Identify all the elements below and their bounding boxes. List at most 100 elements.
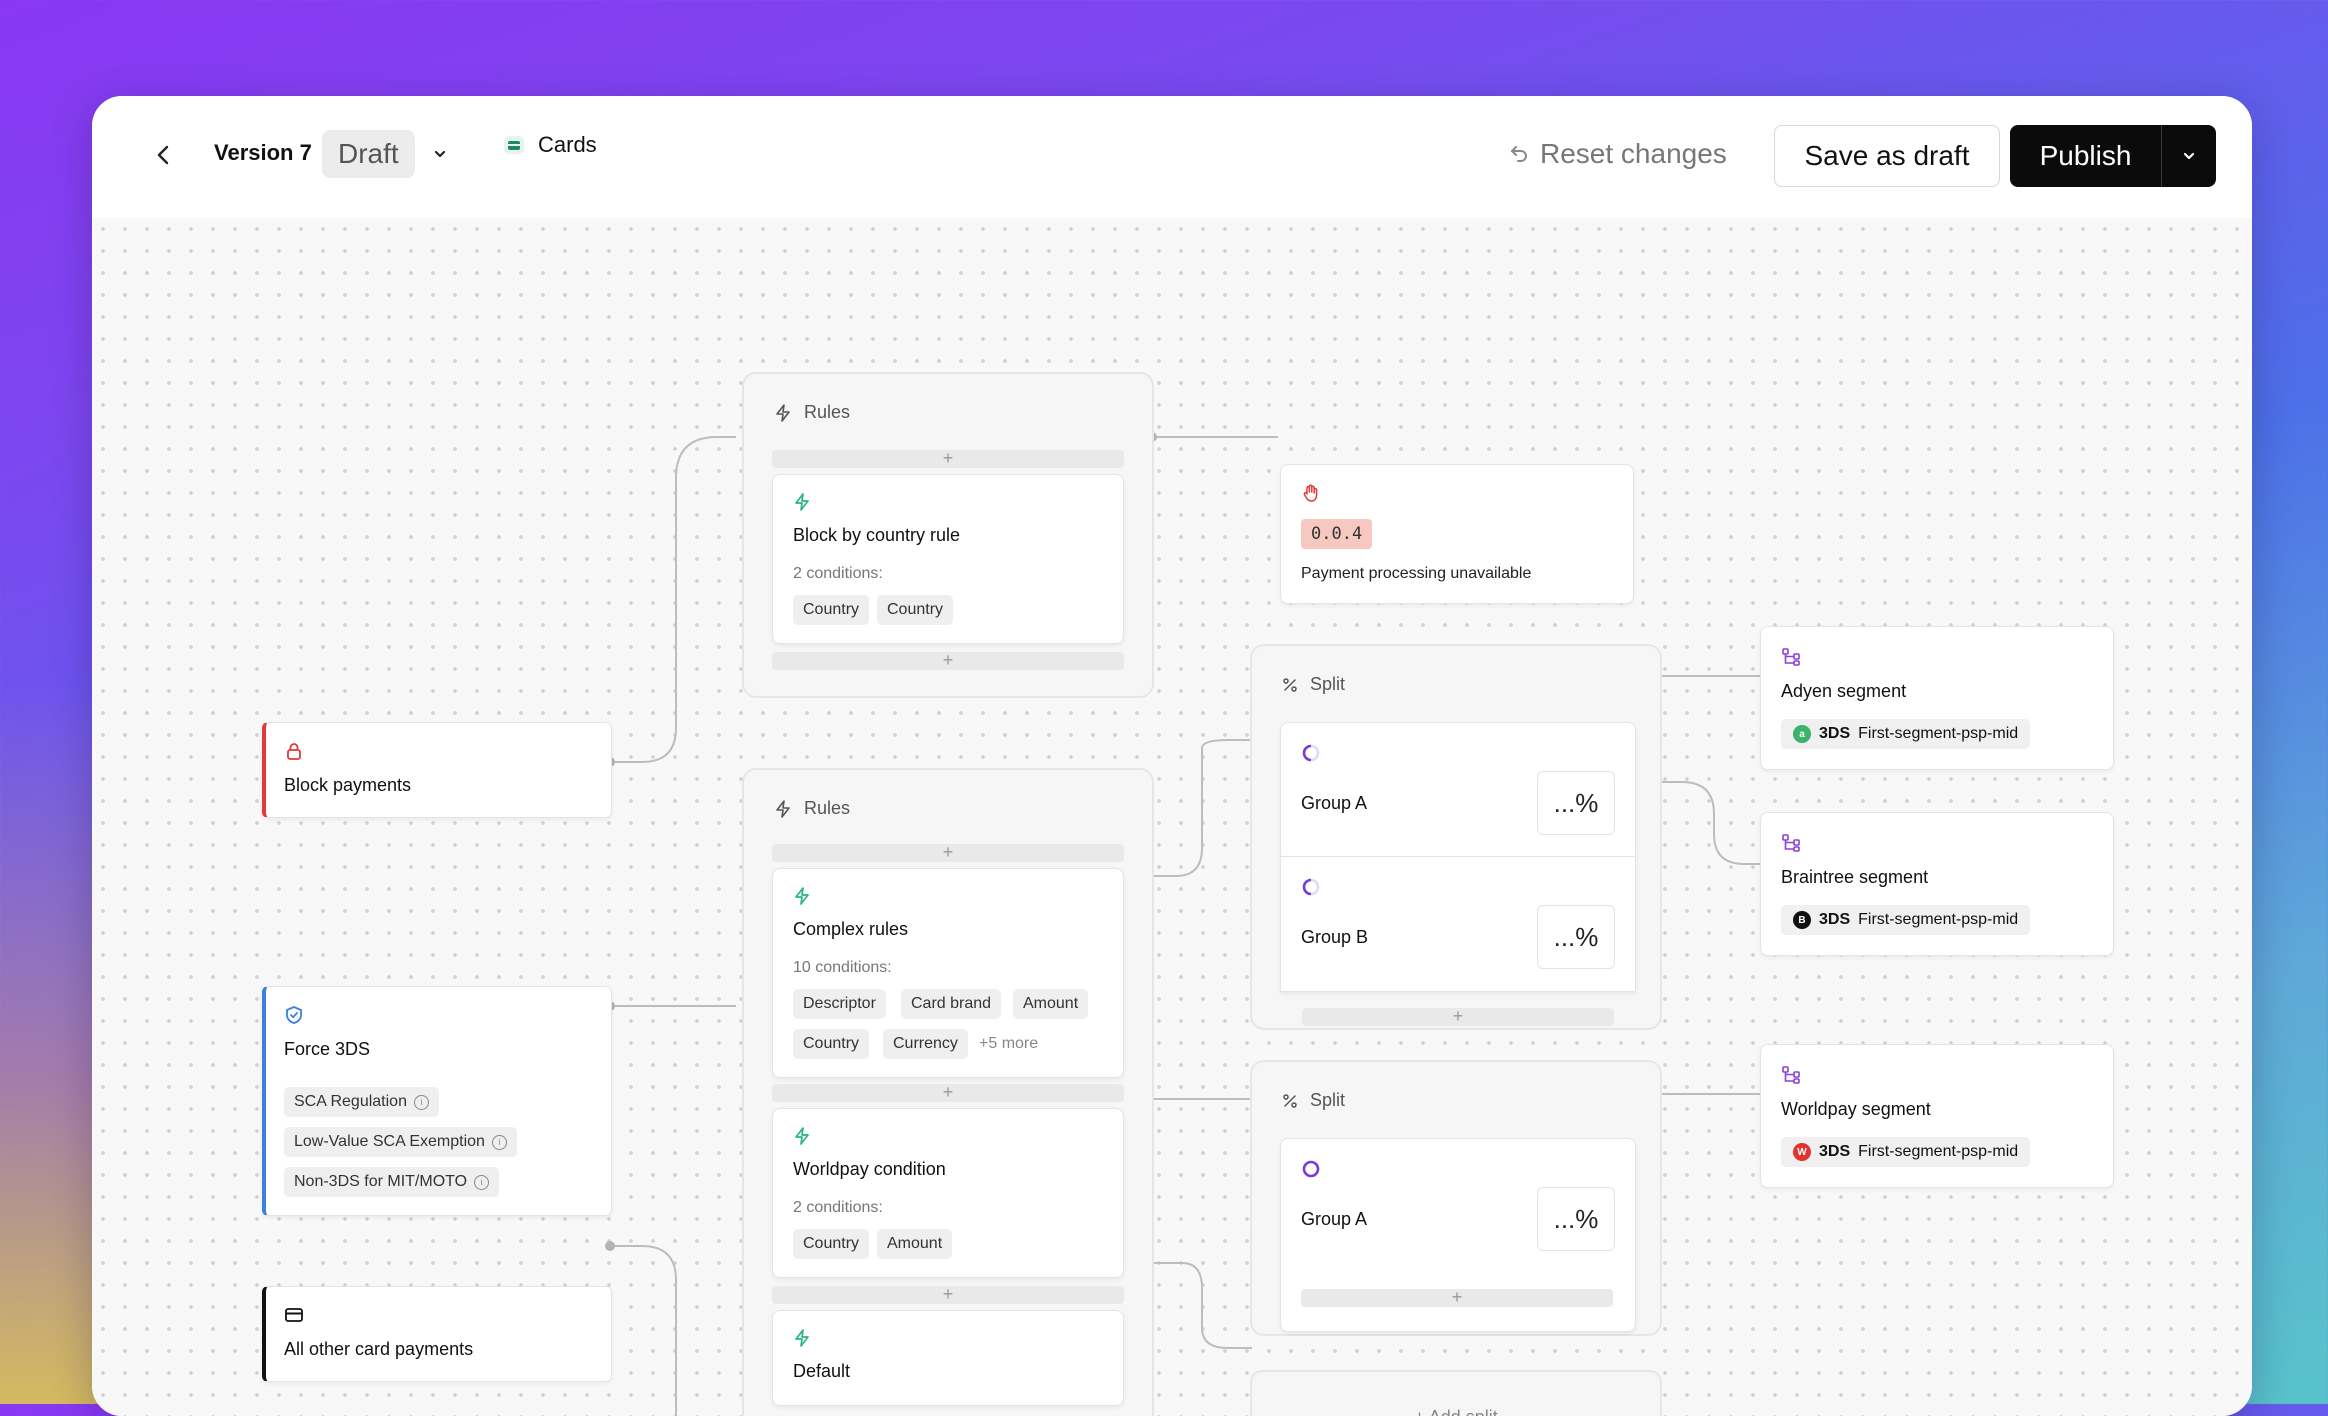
psp-connection-chip: B 3DS First-segment-psp-mid xyxy=(1781,905,2031,935)
flow-canvas[interactable]: Block payments Force 3DS SCA Regulation i… xyxy=(92,218,2252,1416)
add-rule-button[interactable]: + xyxy=(772,651,1124,670)
chevron-down-icon xyxy=(434,150,446,158)
percent-icon xyxy=(1283,1093,1297,1108)
app-window: Version 7 Draft Cards Reset changes Save… xyxy=(92,96,2252,1416)
ring-icon xyxy=(1302,1160,1320,1178)
braintree-logo-icon: B xyxy=(1793,911,1811,929)
lightning-icon xyxy=(776,403,790,422)
condition-chip: Amount xyxy=(877,1229,953,1259)
node-title: All other card payments xyxy=(284,1339,474,1359)
rule-card[interactable]: Worldpay condition 2 conditions: Country… xyxy=(772,1108,1124,1278)
version-label: Version 7 xyxy=(214,140,312,165)
split-group-item[interactable]: Group A ...% + xyxy=(1280,1138,1636,1332)
channel-label: Cards xyxy=(538,132,597,157)
split-group-item[interactable]: Group B ...% xyxy=(1280,856,1636,992)
progress-ring-icon xyxy=(1302,744,1320,762)
condition-chip: Descriptor xyxy=(793,989,886,1019)
group-name: Group B xyxy=(1301,927,1369,947)
block-result-node[interactable]: 0.0.4 Payment processing unavailable xyxy=(1280,464,1634,604)
rule-card[interactable]: Block by country rule 2 conditions: Coun… xyxy=(772,474,1124,644)
exemption-chip[interactable]: Low-Value SCA Exemption i xyxy=(284,1127,517,1157)
split-group: Split Group A ...% Group B ...% + xyxy=(1250,644,1662,1030)
condition-chip: Currency xyxy=(883,1029,968,1059)
segment-node[interactable]: Adyen segment a 3DS First-segment-psp-mi… xyxy=(1760,626,2114,770)
rule-card[interactable]: Default xyxy=(772,1310,1124,1406)
reset-changes-button[interactable]: Reset changes xyxy=(1508,138,1727,170)
save-draft-button[interactable]: Save as draft xyxy=(1774,125,2000,187)
more-conditions-link[interactable]: +5 more xyxy=(979,1035,1038,1053)
lightning-icon xyxy=(795,1329,809,1347)
group-header: Split xyxy=(1282,674,1345,695)
undo-icon xyxy=(1511,146,1527,162)
version-dropdown[interactable] xyxy=(428,142,452,166)
channel-selector[interactable]: Cards xyxy=(502,132,597,158)
rules-group: Rules + Complex rules 10 conditions: Des… xyxy=(742,768,1154,1416)
add-rule-button[interactable]: + xyxy=(772,1285,1124,1304)
percentage-input[interactable]: ...% xyxy=(1537,1187,1615,1251)
lock-icon xyxy=(287,743,301,760)
chevron-left-icon xyxy=(157,145,169,165)
group-name: Group A xyxy=(1301,793,1368,813)
segment-icon xyxy=(1782,1066,1800,1084)
condition-chip: Country xyxy=(793,1229,870,1259)
condition-chip: Country xyxy=(793,595,870,625)
segment-name: Worldpay segment xyxy=(1781,1099,1931,1119)
conditions-count: 2 conditions: xyxy=(793,565,883,582)
back-button[interactable] xyxy=(142,134,184,176)
add-rule-button[interactable]: + xyxy=(772,843,1124,862)
rule-card[interactable]: Complex rules 10 conditions: Descriptor … xyxy=(772,868,1124,1078)
credit-card-icon xyxy=(285,1308,303,1322)
publish-button[interactable]: Publish xyxy=(2010,125,2161,187)
lightning-icon xyxy=(776,799,790,818)
force-3ds-node[interactable]: Force 3DS SCA Regulation i Low-Value SCA … xyxy=(262,986,612,1216)
shield-icon xyxy=(286,1006,302,1024)
info-icon: i xyxy=(474,1174,490,1190)
group-name: Group A xyxy=(1301,1209,1368,1229)
add-group-button[interactable]: + xyxy=(1302,1007,1614,1026)
segment-node[interactable]: Braintree segment B 3DS First-segment-ps… xyxy=(1760,812,2114,956)
segment-icon xyxy=(1782,834,1800,852)
all-other-card-payments-node[interactable]: All other card payments xyxy=(262,1286,612,1382)
node-title: Block payments xyxy=(284,775,412,795)
exemption-chip[interactable]: Non-3DS for MIT/MOTO i xyxy=(284,1167,500,1197)
conditions-count: 2 conditions: xyxy=(793,1199,883,1216)
add-split-button[interactable]: + Add split xyxy=(1250,1370,1662,1416)
block-payments-node[interactable]: Block payments xyxy=(262,722,612,818)
add-rule-button[interactable]: + xyxy=(772,449,1124,468)
exemption-chip[interactable]: SCA Regulation i xyxy=(284,1087,439,1117)
hand-stop-icon xyxy=(1303,484,1318,502)
error-code: 0.0.4 xyxy=(1301,519,1373,549)
top-bar: Version 7 Draft Cards Reset changes Save… xyxy=(92,96,2252,219)
percentage-input[interactable]: ...% xyxy=(1537,905,1615,969)
publish-options-button[interactable] xyxy=(2161,125,2216,187)
status-badge[interactable]: Draft xyxy=(322,130,415,178)
rules-group: Rules + Block by country rule 2 conditio… xyxy=(742,372,1154,698)
lightning-icon xyxy=(795,1127,809,1145)
group-header: Split xyxy=(1282,1090,1345,1111)
node-title: Force 3DS xyxy=(284,1039,371,1059)
rule-title: Complex rules xyxy=(793,919,909,939)
group-header: Rules xyxy=(774,798,850,819)
segment-name: Adyen segment xyxy=(1781,681,1907,701)
group-header: Rules xyxy=(774,402,850,423)
rule-title: Block by country rule xyxy=(793,525,961,545)
split-group-item[interactable]: Group A ...% xyxy=(1280,722,1636,858)
condition-chip: Amount xyxy=(1013,989,1089,1019)
segment-name: Braintree segment xyxy=(1781,867,1929,887)
percentage-input[interactable]: ...% xyxy=(1537,771,1615,835)
segment-node[interactable]: Worldpay segment W 3DS First-segment-psp… xyxy=(1760,1044,2114,1188)
conditions-count: 10 conditions: xyxy=(793,959,892,976)
condition-chip: Country xyxy=(877,595,954,625)
rule-title: Default xyxy=(793,1361,851,1381)
credit-card-icon xyxy=(504,136,524,154)
condition-chip: Country xyxy=(793,1029,870,1059)
psp-connection-chip: a 3DS First-segment-psp-mid xyxy=(1781,719,2031,749)
percent-icon xyxy=(1283,677,1297,692)
adyen-logo-icon: a xyxy=(1793,725,1811,743)
add-group-button[interactable]: + xyxy=(1301,1288,1613,1307)
split-group: Split Group A ...% + xyxy=(1250,1060,1662,1336)
reset-label: Reset changes xyxy=(1540,138,1727,169)
worldpay-logo-icon: W xyxy=(1793,1143,1811,1161)
chevron-down-icon xyxy=(2183,152,2195,160)
add-rule-button[interactable]: + xyxy=(772,1083,1124,1102)
